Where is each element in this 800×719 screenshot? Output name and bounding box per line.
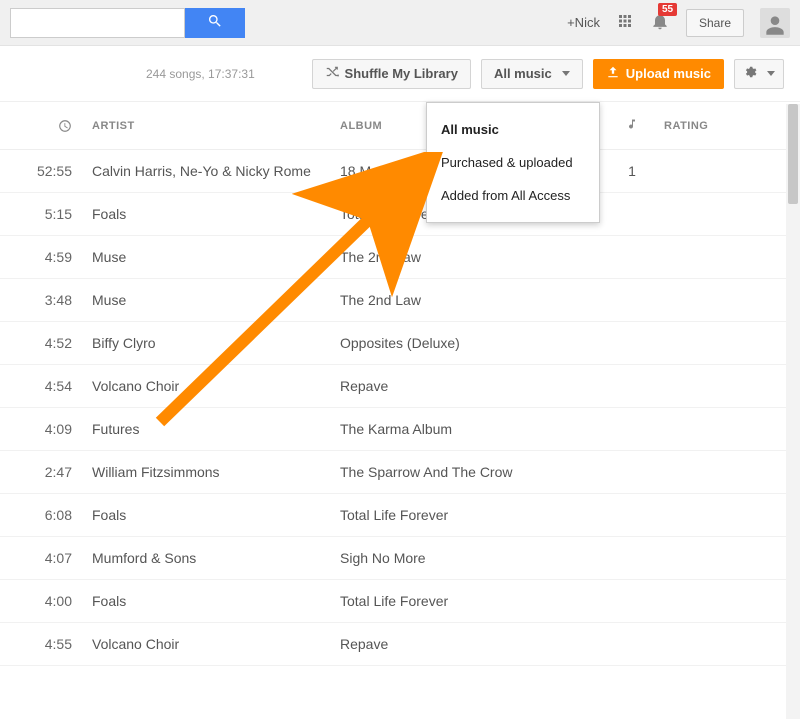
cell-artist: Biffy Clyro <box>90 335 340 351</box>
cell-duration: 4:54 <box>0 378 90 394</box>
avatar[interactable] <box>760 8 790 38</box>
cell-album: The 2nd Law <box>340 292 600 308</box>
user-plus-link[interactable]: +Nick <box>567 15 600 30</box>
table-row[interactable]: 4:54Volcano ChoirRepave <box>0 365 800 408</box>
cell-artist: Mumford & Sons <box>90 550 340 566</box>
cell-plays: 1 <box>600 163 664 179</box>
cell-album: Repave <box>340 378 600 394</box>
cell-duration: 4:00 <box>0 593 90 609</box>
cell-album: The Karma Album <box>340 421 600 437</box>
search-input[interactable] <box>10 8 185 38</box>
table-header: ARTIST ALBUM RATING <box>0 102 800 150</box>
table-row[interactable]: 4:59MuseThe 2nd Law <box>0 236 800 279</box>
shuffle-icon <box>325 65 339 82</box>
table-row[interactable]: 4:09FuturesThe Karma Album <box>0 408 800 451</box>
cell-artist: Foals <box>90 507 340 523</box>
column-duration[interactable] <box>0 119 90 133</box>
cell-artist: Foals <box>90 206 340 222</box>
search-icon <box>207 13 223 32</box>
gear-icon <box>743 65 757 82</box>
cell-artist: Foals <box>90 593 340 609</box>
cell-artist: Volcano Choir <box>90 636 340 652</box>
table-row[interactable]: 4:00FoalsTotal Life Forever <box>0 580 800 623</box>
cell-artist: Calvin Harris, Ne-Yo & Nicky Rome <box>90 163 340 179</box>
notification-badge: 55 <box>658 3 677 16</box>
search-button[interactable] <box>185 8 245 38</box>
search-wrap <box>10 8 245 38</box>
table-row[interactable]: 4:55Volcano ChoirRepave <box>0 623 800 666</box>
column-plays[interactable] <box>600 118 664 133</box>
cell-duration: 4:07 <box>0 550 90 566</box>
cell-album: Repave <box>340 636 600 652</box>
column-rating[interactable]: RATING <box>664 120 800 132</box>
music-filter-dropdown[interactable]: All music <box>481 59 583 89</box>
cell-duration: 4:52 <box>0 335 90 351</box>
cell-artist: Volcano Choir <box>90 378 340 394</box>
scrollbar-thumb[interactable] <box>788 104 798 204</box>
cell-duration: 4:55 <box>0 636 90 652</box>
clock-icon <box>18 119 72 131</box>
cell-duration: 4:09 <box>0 421 90 437</box>
shuffle-label: Shuffle My Library <box>345 66 458 81</box>
cell-artist: Muse <box>90 249 340 265</box>
filter-option-purchased[interactable]: Purchased & uploaded <box>427 146 599 179</box>
cell-artist: Futures <box>90 421 340 437</box>
upload-icon <box>606 65 620 82</box>
music-filter-menu: All music Purchased & uploaded Added fro… <box>426 102 600 223</box>
top-right: +Nick 55 Share <box>567 8 790 38</box>
top-bar: +Nick 55 Share <box>0 0 800 46</box>
cell-duration: 3:48 <box>0 292 90 308</box>
apps-grid-icon[interactable] <box>616 12 634 33</box>
table-row[interactable]: 5:15FoalsTotal Life Forever <box>0 193 800 236</box>
column-artist[interactable]: ARTIST <box>90 120 340 132</box>
cell-duration: 4:59 <box>0 249 90 265</box>
upload-music-button[interactable]: Upload music <box>593 59 724 89</box>
filter-option-all-access[interactable]: Added from All Access <box>427 179 599 212</box>
table-row[interactable]: 52:55Calvin Harris, Ne-Yo & Nicky Rome18… <box>0 150 800 193</box>
filter-option-all[interactable]: All music <box>427 113 599 146</box>
cell-album: Total Life Forever <box>340 507 600 523</box>
table-row[interactable]: 2:47William FitzsimmonsThe Sparrow And T… <box>0 451 800 494</box>
note-icon <box>626 121 638 133</box>
bell-icon <box>650 19 670 34</box>
song-table: ARTIST ALBUM RATING 52:55Calvin Harris, … <box>0 102 800 666</box>
cell-album: The 2nd Law <box>340 249 600 265</box>
cell-album: The Sparrow And The Crow <box>340 464 600 480</box>
table-row[interactable]: 4:07Mumford & SonsSigh No More <box>0 537 800 580</box>
library-toolbar: 244 songs, 17:37:31 Shuffle My Library A… <box>0 46 800 102</box>
library-stats: 244 songs, 17:37:31 <box>146 67 255 81</box>
notifications-button[interactable]: 55 <box>650 11 670 34</box>
cell-duration: 6:08 <box>0 507 90 523</box>
share-button[interactable]: Share <box>686 9 744 37</box>
filter-label: All music <box>494 66 552 81</box>
cell-album: Total Life Forever <box>340 593 600 609</box>
table-row[interactable]: 4:52Biffy ClyroOpposites (Deluxe) <box>0 322 800 365</box>
cell-album: Opposites (Deluxe) <box>340 335 600 351</box>
settings-button[interactable] <box>734 59 784 89</box>
cell-artist: Muse <box>90 292 340 308</box>
cell-duration: 5:15 <box>0 206 90 222</box>
table-row[interactable]: 6:08FoalsTotal Life Forever <box>0 494 800 537</box>
upload-label: Upload music <box>626 66 711 81</box>
cell-duration: 2:47 <box>0 464 90 480</box>
cell-artist: William Fitzsimmons <box>90 464 340 480</box>
cell-duration: 52:55 <box>0 163 90 179</box>
scrollbar[interactable] <box>786 104 800 719</box>
shuffle-library-button[interactable]: Shuffle My Library <box>312 59 471 89</box>
table-row[interactable]: 3:48MuseThe 2nd Law <box>0 279 800 322</box>
cell-album: Sigh No More <box>340 550 600 566</box>
